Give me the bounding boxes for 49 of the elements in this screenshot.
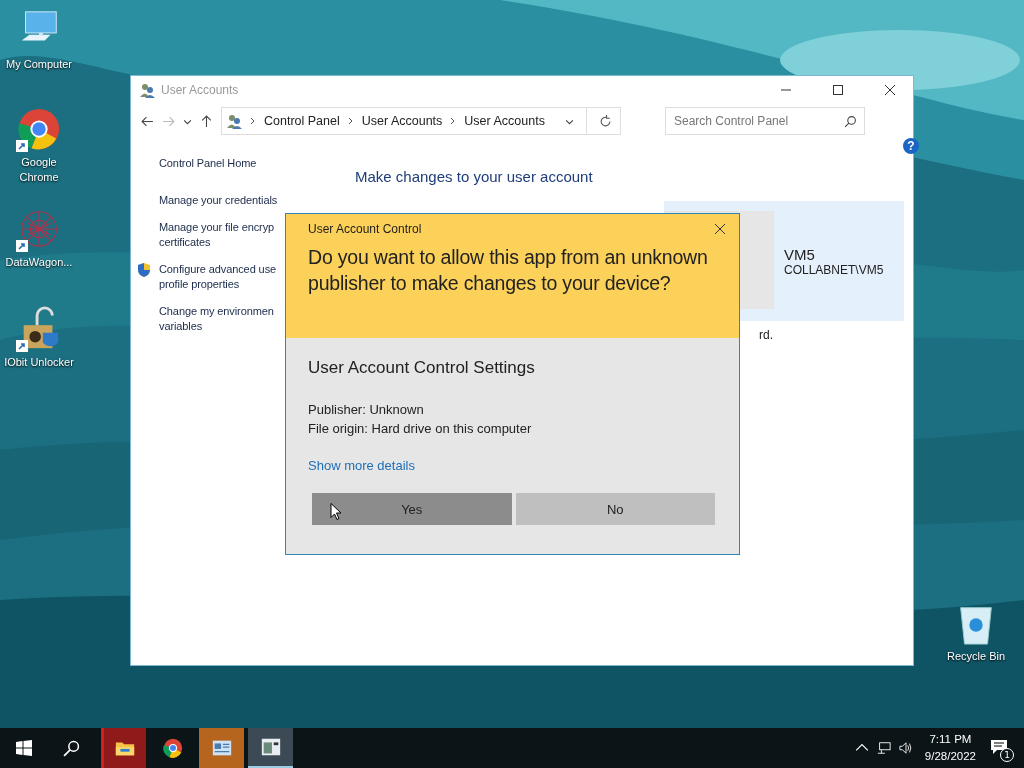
dialog-question: Do you want to allow this app from an unknown publisher to make changes to your device?	[308, 245, 709, 296]
body-text: rd.	[759, 328, 773, 342]
chevron-right-icon	[250, 117, 256, 125]
account-name: COLLABNET\VM5	[784, 262, 884, 277]
desktop-icon-label[interactable]: My Computer	[1, 57, 77, 72]
search-field[interactable]: Search Control Panel	[665, 107, 865, 135]
notification-count: 1	[1000, 748, 1014, 762]
yes-button[interactable]: Yes	[312, 493, 512, 525]
breadcrumb-item[interactable]: Control Panel	[264, 114, 340, 128]
clock-time[interactable]: 7:11 PM	[929, 731, 972, 748]
window-title: User Accounts	[161, 83, 239, 97]
desktop-icon-label[interactable]: IObit Unlocker	[1, 355, 77, 370]
chrome-icon[interactable]	[16, 106, 62, 152]
dialog-title: User Account Control	[308, 222, 422, 236]
desktop-icon-label[interactable]: Google Chrome	[1, 155, 77, 185]
chrome-icon	[161, 737, 184, 759]
taskbar-button[interactable]	[101, 728, 146, 768]
sidebar-link[interactable]: Manage your file encryp certificates	[159, 220, 275, 250]
users-icon	[139, 82, 155, 98]
address-bar[interactable]: Control Panel User Accounts User Accounts	[221, 107, 621, 135]
user-name: VM5	[784, 245, 816, 263]
back-arrow-icon[interactable]	[141, 114, 154, 128]
desktop-icon-label[interactable]: DataWagon...	[1, 255, 77, 270]
sidebar-link[interactable]: Manage your credentials	[159, 193, 278, 208]
users-icon	[226, 113, 242, 129]
taskbar-button[interactable]	[248, 728, 293, 768]
close-icon[interactable]	[715, 224, 725, 234]
file-origin-text: File origin: Hard drive on this computer	[308, 420, 533, 438]
mouse-pointer-icon	[330, 502, 342, 521]
up-arrow-icon[interactable]	[200, 114, 213, 128]
show-more-details-link[interactable]: Show more details	[308, 458, 415, 473]
help-button[interactable]: ?	[903, 138, 919, 154]
chevron-right-icon	[450, 117, 457, 125]
sidebar-link[interactable]: Control Panel Home	[159, 156, 257, 171]
breadcrumb-item[interactable]: User Accounts	[361, 114, 443, 128]
sidebar-link[interactable]: Configure advanced use profile properties	[159, 262, 277, 292]
desktop-icon-label[interactable]: Recycle Bin	[938, 649, 1014, 664]
refresh-icon[interactable]	[599, 114, 612, 128]
breadcrumb-item[interactable]: User Accounts	[464, 114, 545, 128]
page-heading: Make changes to your user account	[355, 168, 593, 185]
notification-icon[interactable]	[990, 738, 1008, 756]
chevron-right-icon	[347, 117, 354, 125]
publisher-text: Publisher: Unknown	[308, 401, 425, 419]
no-button[interactable]: No	[515, 493, 715, 525]
clock-date[interactable]: 9/28/2022	[924, 748, 976, 765]
program-name: User Account Control Settings	[308, 358, 536, 378]
sidebar-link[interactable]: Change my environmen variables	[159, 304, 274, 334]
search-icon[interactable]	[844, 115, 857, 128]
window-icon	[259, 736, 282, 758]
